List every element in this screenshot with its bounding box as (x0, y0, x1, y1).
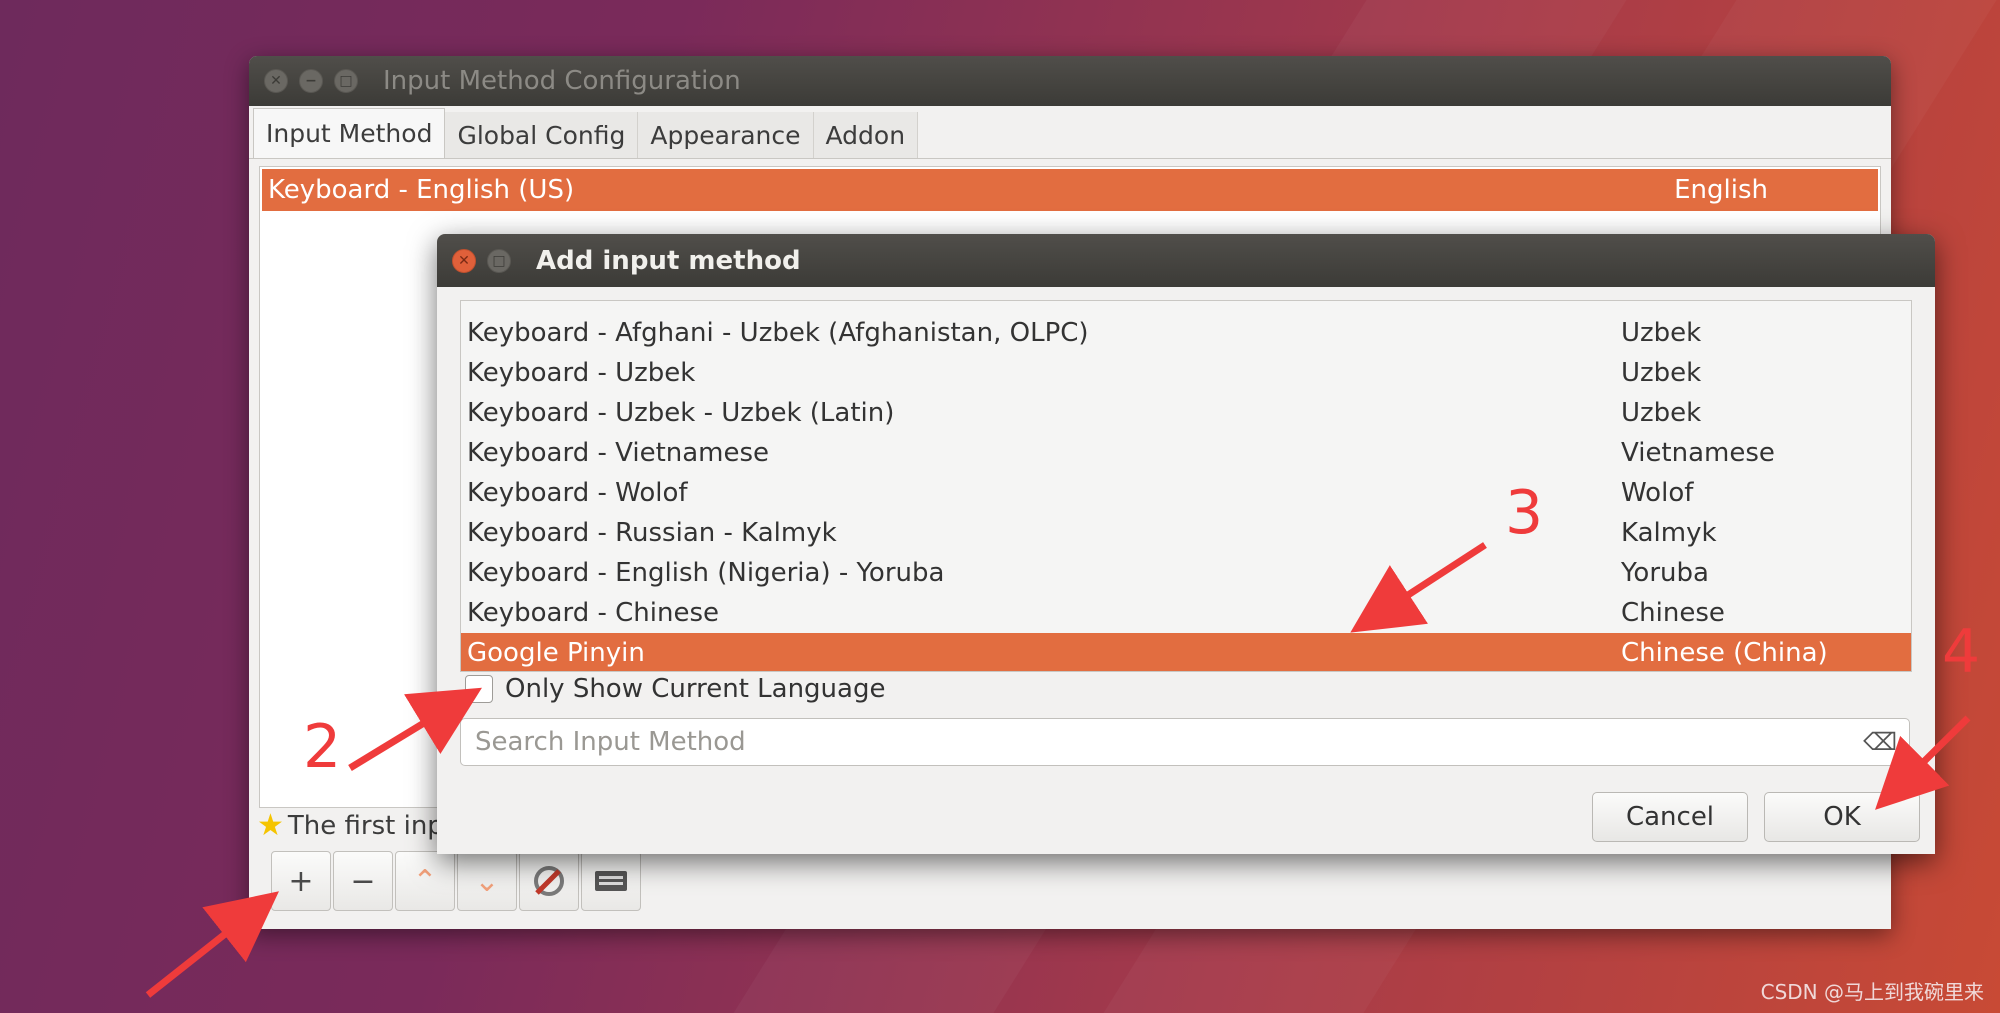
arrow-to-ok-button (1875, 715, 1971, 810)
watermark: CSDN @马上到我碗里来 (1760, 980, 1984, 1004)
arrow-to-add-button (145, 891, 279, 998)
annotation-number: 2 (303, 712, 342, 782)
annotation-arrows (145, 542, 1971, 998)
annotation-number: 4 (1942, 617, 1981, 687)
arrow-to-google-pinyin (1350, 542, 1487, 633)
annotation-number: 3 (1505, 478, 1544, 548)
arrow-to-checkbox (348, 687, 482, 771)
